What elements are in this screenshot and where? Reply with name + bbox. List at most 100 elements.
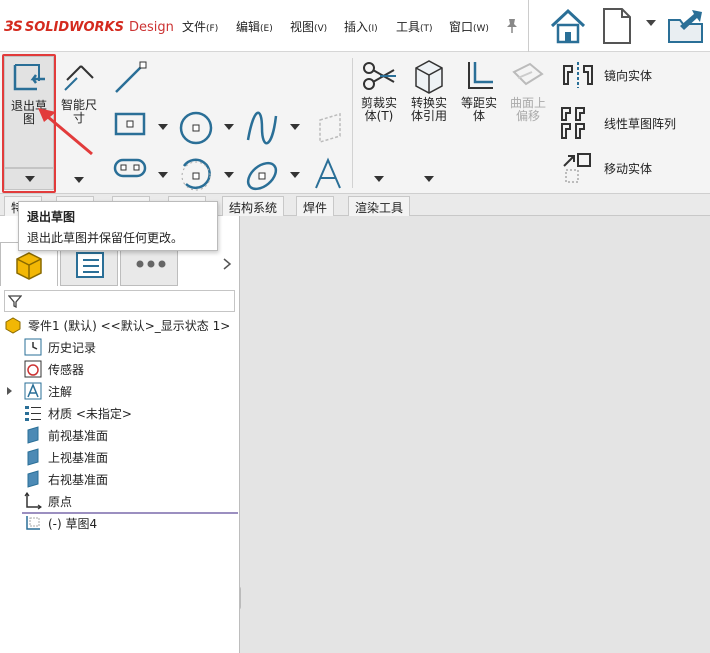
tree-item-label: 右视基准面 bbox=[48, 472, 109, 487]
tree-item-front-plane[interactable]: 前视基准面 bbox=[24, 424, 108, 446]
smart-dimension-icon bbox=[64, 65, 94, 91]
more-dots-icon bbox=[136, 260, 166, 268]
rectangle-icon[interactable] bbox=[112, 106, 148, 142]
chevron-down-icon[interactable] bbox=[224, 172, 234, 178]
sketch-icon bbox=[26, 516, 40, 530]
solidworks-logo: 3S SOLIDWORKS Design bbox=[4, 16, 174, 38]
tab-render-tools[interactable]: 渲染工具 bbox=[348, 196, 411, 216]
move-icon bbox=[563, 153, 591, 183]
tree-item-sketch4[interactable]: (-) 草图4 bbox=[24, 512, 97, 534]
linear-pattern-label: 线性草图阵列 bbox=[604, 116, 677, 131]
tab-weldments[interactable]: 焊件 bbox=[296, 196, 335, 216]
linear-pattern-button[interactable]: 线性草图阵列 bbox=[560, 106, 676, 140]
chevron-down-icon[interactable] bbox=[290, 124, 300, 130]
tree-item-label: 传感器 bbox=[48, 362, 85, 377]
feature-manager-panel: 零件1 (默认) <<默认>_显示状态 1> 历史记录 传感器 注解 材质 <未… bbox=[0, 216, 240, 653]
menu-insert[interactable]: 插入(I) bbox=[344, 18, 378, 35]
ellipse-icon[interactable] bbox=[244, 158, 280, 194]
tooltip-body: 退出此草图并保留任何更改。 bbox=[27, 231, 184, 245]
spline-icon[interactable] bbox=[244, 110, 280, 146]
open-folder-icon[interactable] bbox=[666, 6, 706, 46]
part-name: 零件1 (默认) <<默认>_显示状态 1> bbox=[28, 318, 231, 333]
chevron-down-icon[interactable] bbox=[424, 176, 434, 182]
surface-offset-label-2: 偏移 bbox=[515, 109, 540, 123]
chevron-down-icon[interactable] bbox=[374, 176, 384, 182]
ribbon-separator bbox=[352, 58, 353, 188]
move-label: 移动实体 bbox=[604, 161, 653, 176]
part-icon bbox=[16, 252, 42, 280]
graphics-area[interactable] bbox=[241, 216, 710, 653]
tree-item-label: 原点 bbox=[48, 494, 73, 509]
tree-filter[interactable] bbox=[4, 290, 235, 312]
toolbar-separator bbox=[528, 0, 529, 52]
scissors-icon bbox=[363, 62, 396, 90]
tree-item-history[interactable]: 历史记录 bbox=[24, 336, 96, 358]
tree-item-label: (-) 草图4 bbox=[48, 516, 98, 531]
offset-on-surface-icon bbox=[512, 62, 544, 86]
menu-window[interactable]: 窗口(W) bbox=[449, 18, 489, 35]
tree-item-right-plane[interactable]: 右视基准面 bbox=[24, 468, 108, 490]
convert-label-2: 体引用 bbox=[410, 109, 447, 123]
plane-icon bbox=[27, 448, 39, 466]
material-icon bbox=[25, 406, 41, 421]
slot-icon[interactable] bbox=[112, 150, 148, 186]
tab-structure-system[interactable]: 结构系统 bbox=[222, 196, 285, 216]
chevron-down-icon[interactable] bbox=[158, 124, 168, 130]
tree-item-label: 材质 <未指定> bbox=[48, 406, 132, 421]
new-document-icon[interactable] bbox=[600, 6, 634, 46]
tree-item-annotations[interactable]: 注解 bbox=[4, 380, 72, 402]
convert-entities-button[interactable]: 转换实 体引用 bbox=[404, 56, 454, 126]
offset-entities-button[interactable]: 等距实 体 bbox=[456, 56, 502, 126]
circle-icon[interactable] bbox=[178, 110, 214, 146]
tree-item-origin[interactable]: 原点 bbox=[24, 490, 72, 512]
arc-icon[interactable] bbox=[178, 158, 214, 194]
tree-item-material[interactable]: 材质 <未指定> bbox=[24, 402, 132, 424]
plane-icon bbox=[27, 426, 39, 444]
tree-item-label: 注解 bbox=[48, 384, 73, 399]
plane-icon bbox=[27, 470, 39, 488]
chevron-down-icon[interactable] bbox=[290, 172, 300, 178]
trim-entities-button[interactable]: 剪裁实 体(T) bbox=[356, 56, 402, 126]
chevron-down-icon[interactable] bbox=[224, 124, 234, 130]
menu-edit[interactable]: 编辑(E) bbox=[236, 18, 273, 35]
tree-item-label: 前视基准面 bbox=[48, 428, 109, 443]
text-icon[interactable] bbox=[310, 156, 346, 192]
menu-file[interactable]: 文件(F) bbox=[182, 18, 218, 35]
trim-label-2: 体(T) bbox=[364, 109, 394, 123]
command-manager-ribbon: 退出草 图 智能尺 寸 剪裁实 体(T) 转换实 体引用 等距实 体 曲面上 偏… bbox=[0, 52, 710, 232]
home-icon[interactable] bbox=[548, 6, 588, 46]
sensor-icon bbox=[24, 360, 42, 378]
chevron-right-icon[interactable] bbox=[222, 258, 232, 270]
annotation-arrow-icon bbox=[38, 108, 93, 156]
pin-icon[interactable] bbox=[505, 18, 519, 34]
exit-sketch-dropdown[interactable] bbox=[4, 168, 54, 190]
tooltip: 退出草图 退出此草图并保留任何更改。 bbox=[18, 201, 218, 251]
tree-item-sensors[interactable]: 传感器 bbox=[24, 358, 84, 380]
exit-sketch-icon bbox=[13, 64, 45, 91]
tree-root-part[interactable]: 零件1 (默认) <<默认>_显示状态 1> bbox=[4, 314, 230, 336]
part-icon bbox=[5, 317, 21, 334]
tree-item-top-plane[interactable]: 上视基准面 bbox=[24, 446, 108, 468]
annotation-icon bbox=[24, 382, 42, 400]
origin-icon bbox=[24, 492, 42, 510]
history-icon bbox=[24, 338, 42, 356]
line-icon[interactable] bbox=[112, 60, 148, 96]
chevron-down-icon[interactable] bbox=[646, 20, 656, 28]
menu-view[interactable]: 视图(V) bbox=[290, 18, 327, 35]
filter-icon bbox=[7, 295, 23, 309]
chevron-down-icon[interactable] bbox=[158, 172, 168, 178]
move-entities-button[interactable]: 移动实体 bbox=[560, 150, 652, 186]
tree-item-label: 历史记录 bbox=[48, 340, 97, 355]
tooltip-title: 退出草图 bbox=[27, 210, 76, 224]
mirror-label: 镜向实体 bbox=[604, 68, 653, 83]
offset-entities-icon bbox=[468, 62, 493, 89]
mirror-icon bbox=[563, 62, 593, 88]
mirror-entities-button[interactable]: 镜向实体 bbox=[560, 62, 652, 88]
chevron-down-icon[interactable] bbox=[74, 177, 84, 183]
menu-tools[interactable]: 工具(T) bbox=[396, 18, 433, 35]
offset-on-surface-button: 曲面上 偏移 bbox=[504, 56, 552, 126]
property-list-icon bbox=[76, 252, 104, 278]
linear-pattern-icon bbox=[561, 107, 585, 139]
logo-mark: 3S bbox=[4, 19, 23, 35]
expand-arrow-icon[interactable] bbox=[4, 385, 16, 397]
